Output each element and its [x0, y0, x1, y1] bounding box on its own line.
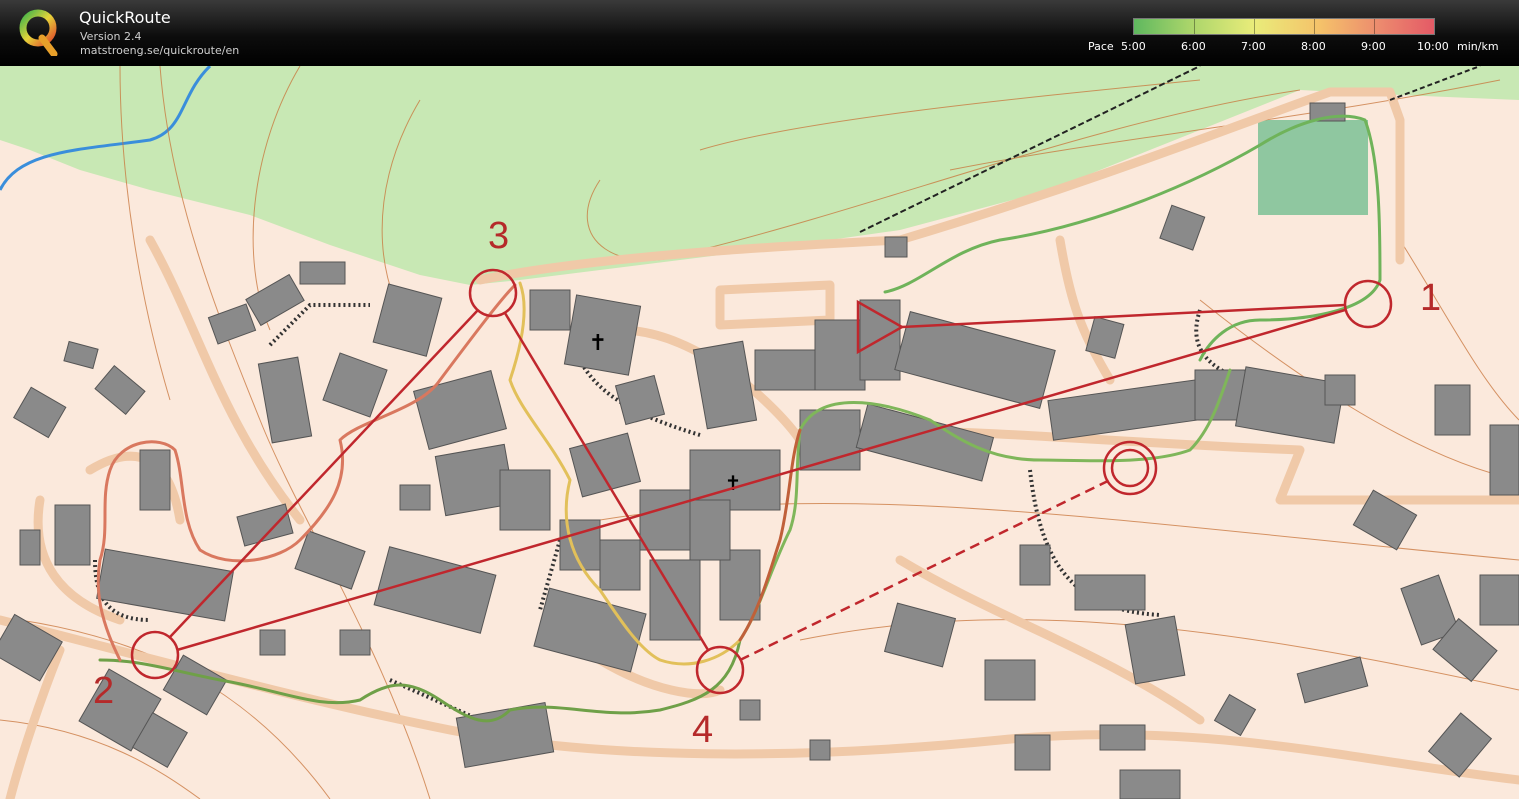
control-number-1: 1	[1420, 277, 1441, 319]
pace-tick-label: 6:00	[1181, 40, 1206, 53]
title-bar: QuickRoute Version 2.4 matstroeng.se/qui…	[0, 0, 1519, 66]
pace-gradient-bar	[1133, 18, 1435, 35]
pace-label: Pace	[1088, 40, 1114, 53]
church-symbol-icon: ✝	[725, 471, 742, 495]
control-number-4: 4	[692, 709, 713, 751]
pace-legend: Pace 5:00 6:00 7:00 8:00 9:00 10:00 min/…	[1080, 14, 1510, 60]
pace-tick-label: 8:00	[1301, 40, 1326, 53]
app-version: Version 2.4	[80, 30, 142, 43]
map-canvas: ✝ ✝ 1 2 3 4	[0, 66, 1519, 799]
church-symbol-icon: ✝	[589, 331, 607, 356]
quickroute-logo-icon	[19, 9, 58, 56]
finish-inner-circle	[1110, 448, 1150, 488]
control-number-2: 2	[93, 670, 114, 712]
pace-tick-label: 9:00	[1361, 40, 1386, 53]
pace-tick-label: 5:00	[1121, 40, 1146, 53]
control-number-3: 3	[488, 215, 509, 257]
pace-tick-label: 7:00	[1241, 40, 1266, 53]
app-url[interactable]: matstroeng.se/quickroute/en	[80, 44, 239, 57]
orienteering-map[interactable]: ✝ ✝ 1 2 3 4	[0, 66, 1519, 799]
olive-area	[1258, 120, 1368, 215]
pace-tick-label: 10:00	[1417, 40, 1449, 53]
pace-unit: min/km	[1457, 40, 1499, 53]
app-title: QuickRoute	[79, 8, 171, 27]
